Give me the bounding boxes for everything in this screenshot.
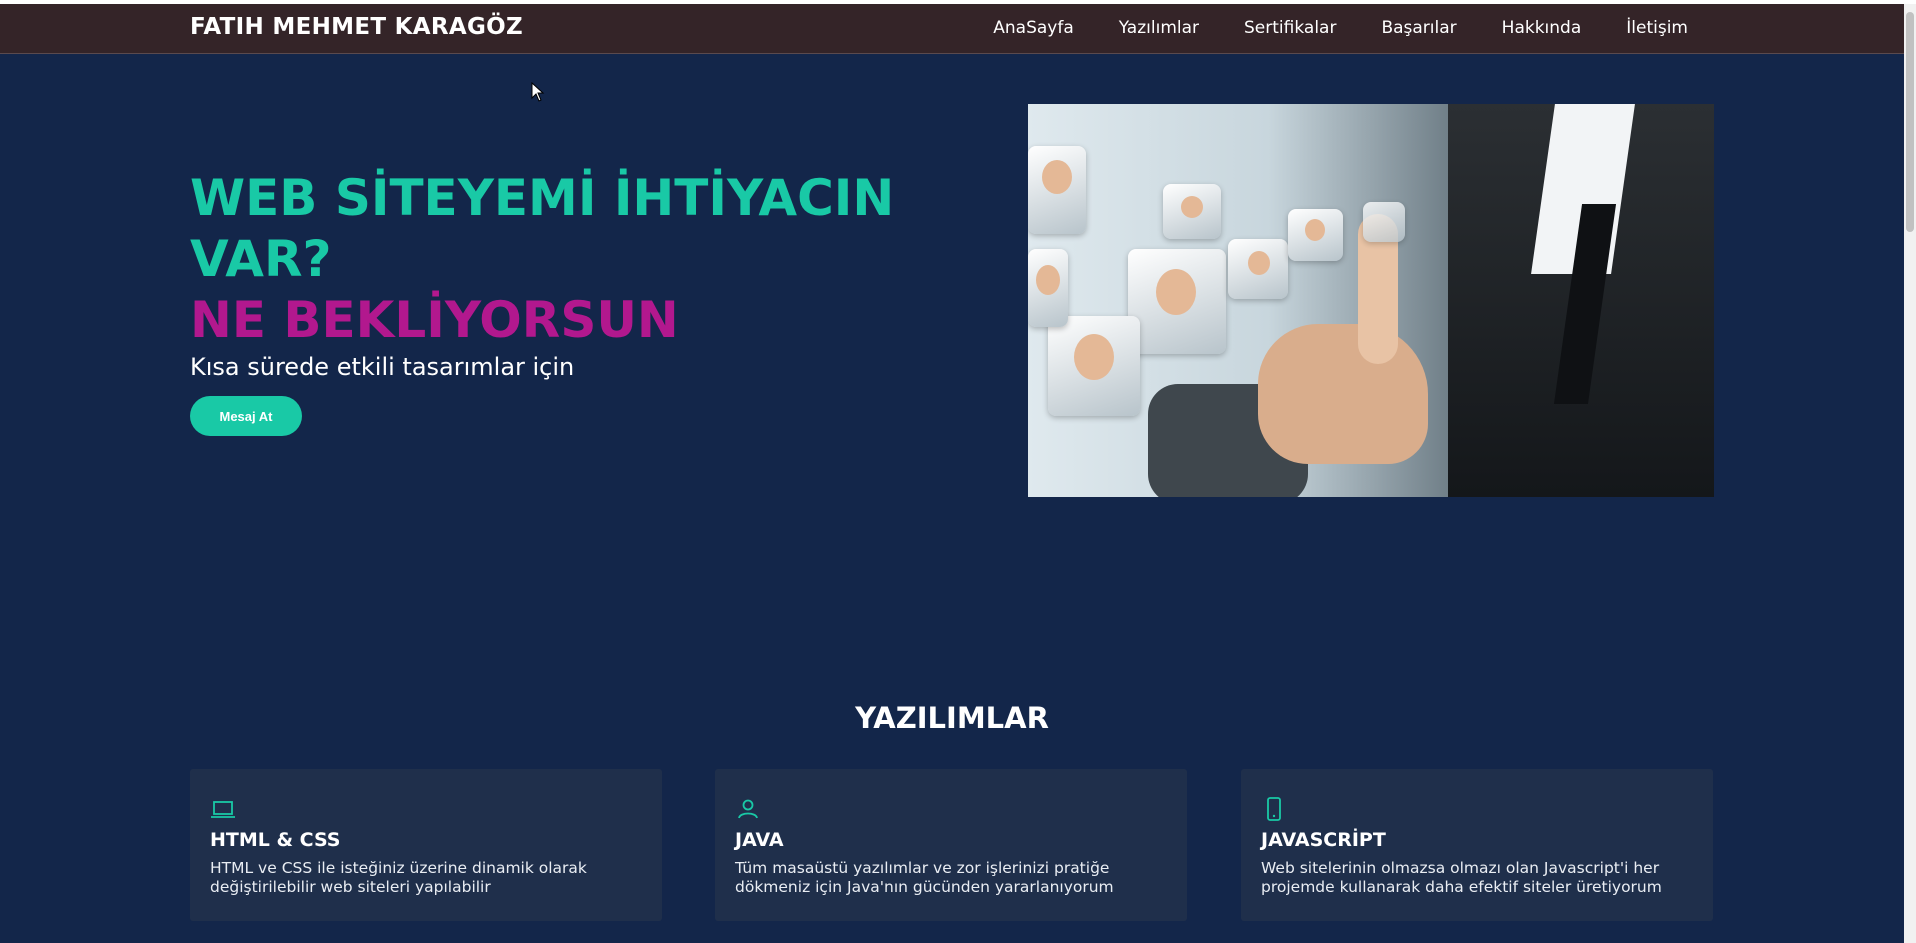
card-description: Web sitelerinin olmazsa olmazı olan Java… [1261,859,1662,896]
laptop-icon [211,801,235,818]
service-card-javascript: JAVASCRİPT Web sitelerinin olmazsa olmaz… [1241,769,1713,921]
card-title: JAVASCRİPT [1261,829,1386,851]
nav-links: AnaSayfa Yazılımlar Sertifikalar Başarıl… [993,18,1688,38]
send-message-button[interactable]: Mesaj At [190,396,302,436]
nav-link-iletisim[interactable]: İletişim [1626,18,1688,38]
nav-link-anasayfa[interactable]: AnaSayfa [993,18,1074,38]
image-photo-tile [1048,316,1140,416]
card-description: HTML ve CSS ile isteğiniz üzerine dinami… [210,859,587,896]
top-navbar: FATIH MEHMET KARAGÖZ AnaSayfa Yazılımlar… [0,4,1904,54]
section-title-software: YAZILIMLAR [855,701,1049,735]
hero-image-businessman [1028,104,1714,497]
hero-title-line1: WEB SİTEYEMİ İHTİYACIN VAR? [190,169,895,288]
nav-link-hakkinda[interactable]: Hakkında [1502,18,1582,38]
image-photo-tile [1128,249,1226,354]
image-photo-tile [1228,239,1288,299]
image-hand [1258,324,1428,464]
hero-title-line2: NE BEKLİYORSUN [190,291,679,349]
smartphone-icon [1267,797,1281,821]
card-title: JAVA [735,829,784,851]
image-photo-tile [1288,209,1343,261]
image-photo-tile [1363,202,1405,242]
user-icon [738,799,758,819]
card-title: HTML & CSS [210,829,341,851]
image-photo-tile [1028,249,1068,327]
service-card-java: JAVA Tüm masaüstü yazılımlar ve zor işle… [715,769,1187,921]
card-description: Tüm masaüstü yazılımlar ve zor işleriniz… [735,859,1114,896]
image-photo-tile [1163,184,1221,239]
nav-link-sertifikalar[interactable]: Sertifikalar [1244,18,1336,38]
image-photo-tile [1028,146,1086,234]
mouse-cursor-icon [531,82,545,102]
nav-link-basarilar[interactable]: Başarılar [1381,18,1456,38]
scrollbar-thumb[interactable] [1906,12,1914,232]
service-card-html-css: HTML & CSS HTML ve CSS ile isteğiniz üze… [190,769,662,921]
brand-logo-text[interactable]: FATIH MEHMET KARAGÖZ [190,14,523,40]
page-scrollbar[interactable] [1904,4,1916,943]
nav-link-yazilimlar[interactable]: Yazılımlar [1119,18,1199,38]
hero-subtitle: Kısa sürede etkili tasarımlar için [190,353,575,381]
